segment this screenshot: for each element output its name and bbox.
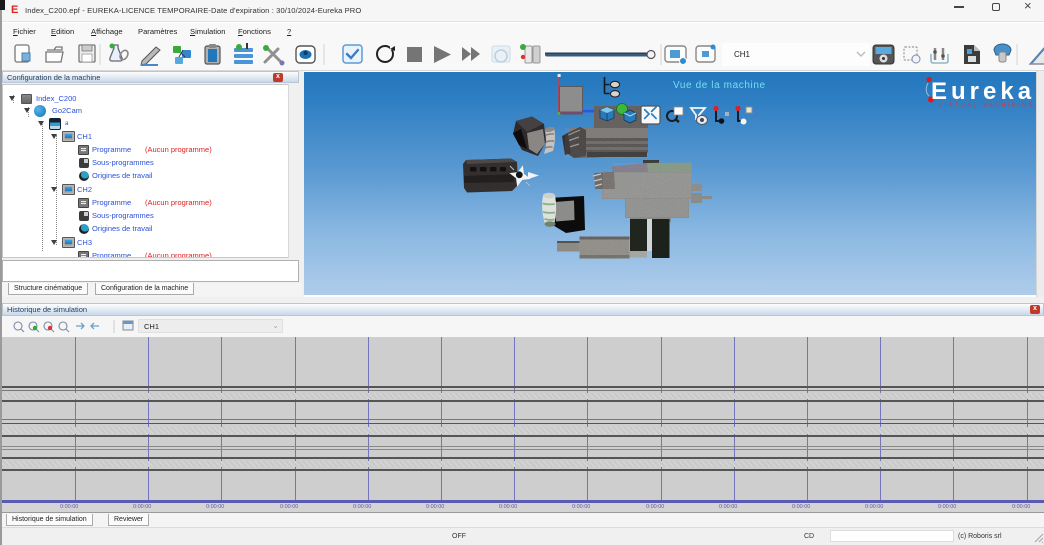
svg-text:CH1: CH1 [734, 50, 751, 59]
svg-text:Eureka: Eureka [931, 78, 1035, 105]
svg-text:VIRTUAL MACHINING: VIRTUAL MACHINING [939, 103, 1035, 109]
